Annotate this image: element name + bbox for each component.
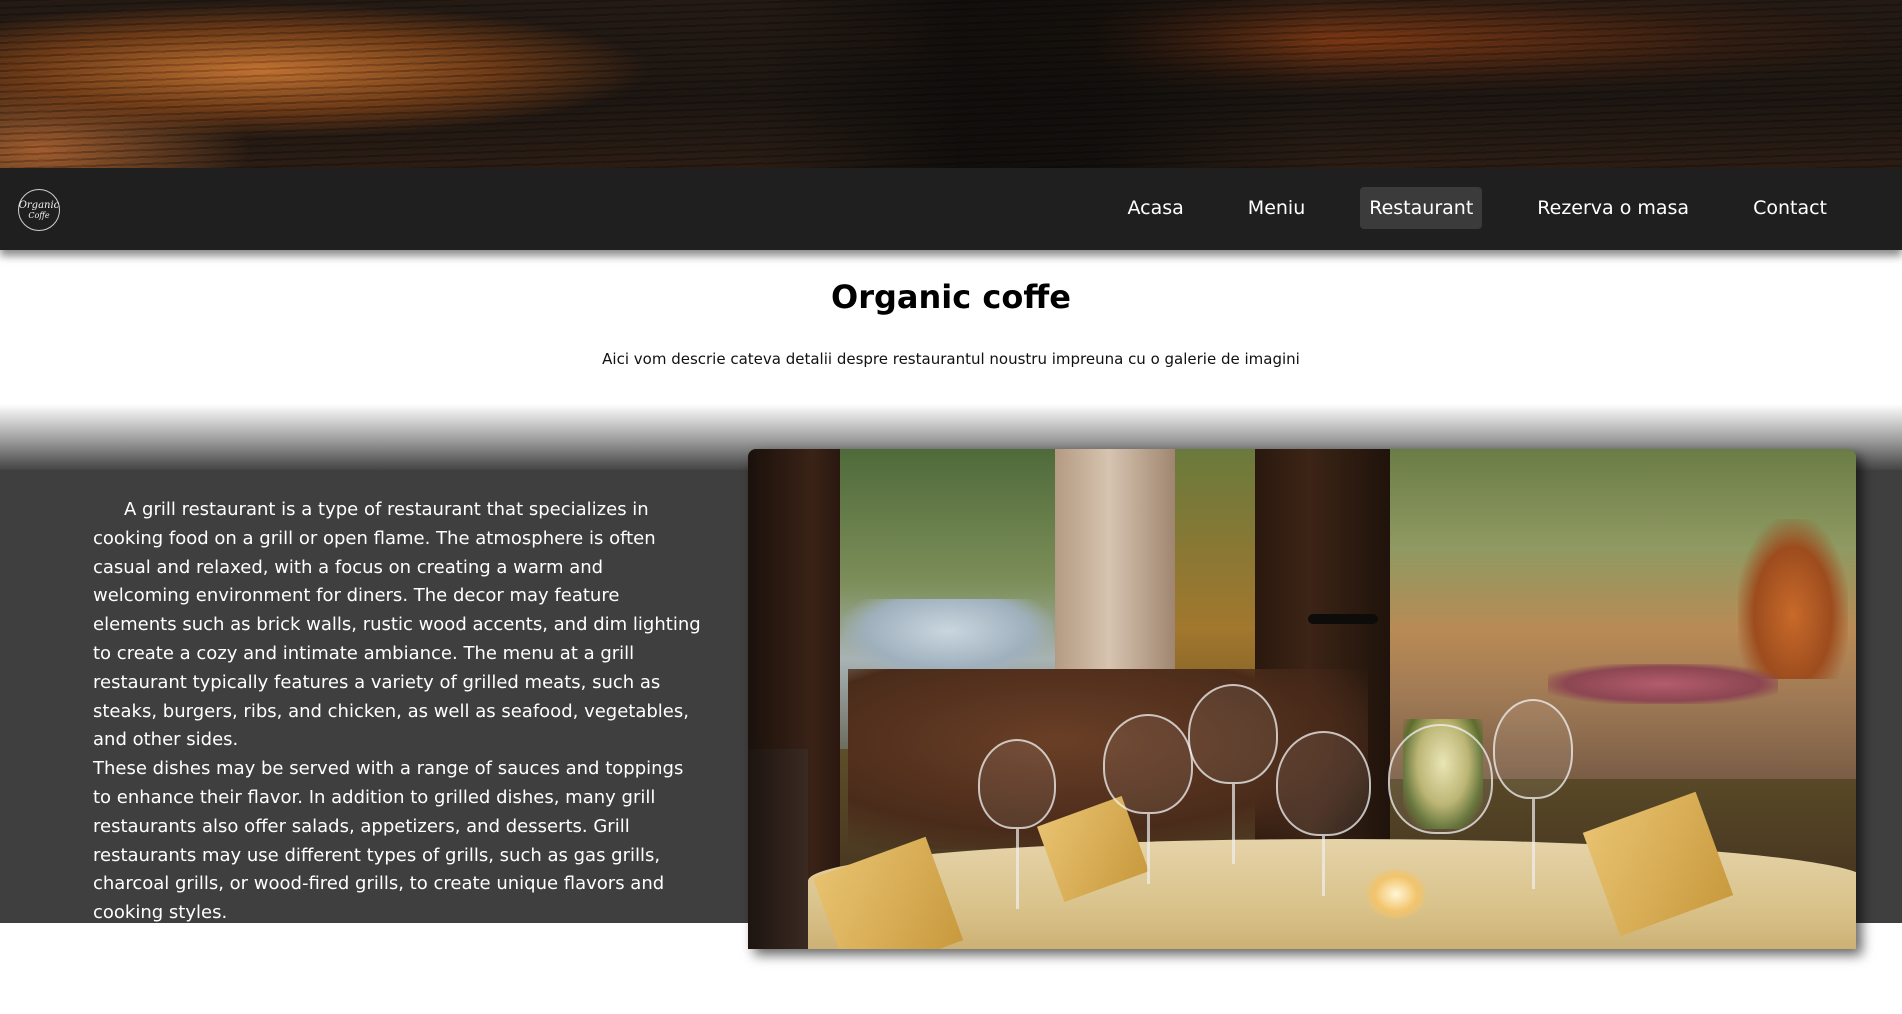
nav-links: Acasa Meniu Restaurant Rezerva o masa Co… — [1073, 187, 1837, 229]
logo-text-line2: Coffe — [28, 210, 50, 220]
photo-glass-stem — [1016, 829, 1019, 909]
page-title: Organic coffe — [831, 278, 1071, 316]
logo[interactable]: Organic Coffe — [18, 189, 60, 231]
description-paragraph: A grill restaurant is a type of restaura… — [93, 499, 701, 751]
photo-bench — [1548, 664, 1778, 704]
hero-banner-image — [0, 0, 1902, 168]
photo-wine-glass — [1188, 684, 1278, 784]
nav-item-acasa[interactable]: Acasa — [1119, 187, 1193, 229]
nav-item-meniu[interactable]: Meniu — [1239, 187, 1314, 229]
page-subtitle: Aici vom descrie cateva detalii despre r… — [602, 350, 1300, 368]
restaurant-photo — [748, 449, 1856, 949]
restaurant-description: A grill restaurant is a type of restaura… — [93, 496, 703, 1014]
photo-wine-glass — [978, 739, 1056, 829]
photo-bush — [1738, 519, 1848, 679]
photo-candle — [1366, 869, 1426, 919]
photo-wine-glass — [1103, 714, 1193, 814]
logo-text-line1: Organic — [18, 199, 60, 211]
photo-wine-glass — [1388, 724, 1493, 834]
description-paragraph: Some grill restaurants may also have an … — [93, 930, 693, 1010]
photo-car — [843, 599, 1053, 679]
photo-chair — [748, 749, 808, 949]
photo-glass-stem — [1232, 784, 1235, 864]
photo-glass-stem — [1147, 814, 1150, 884]
photo-glass-stem — [1532, 799, 1535, 889]
description-paragraph: These dishes may be served with a range … — [93, 758, 684, 924]
photo-door-handle — [1308, 614, 1378, 624]
photo-wine-glass — [1276, 731, 1371, 836]
navbar: Organic Coffe Acasa Meniu Restaurant Rez… — [0, 168, 1902, 250]
nav-item-contact[interactable]: Contact — [1744, 187, 1836, 229]
nav-item-restaurant[interactable]: Restaurant — [1360, 187, 1483, 229]
hero-wood-grain — [0, 0, 1902, 168]
photo-wine-glass — [1493, 699, 1573, 799]
nav-item-rezerva-o-masa[interactable]: Rezerva o masa — [1528, 187, 1698, 229]
photo-glass-stem — [1322, 836, 1325, 896]
